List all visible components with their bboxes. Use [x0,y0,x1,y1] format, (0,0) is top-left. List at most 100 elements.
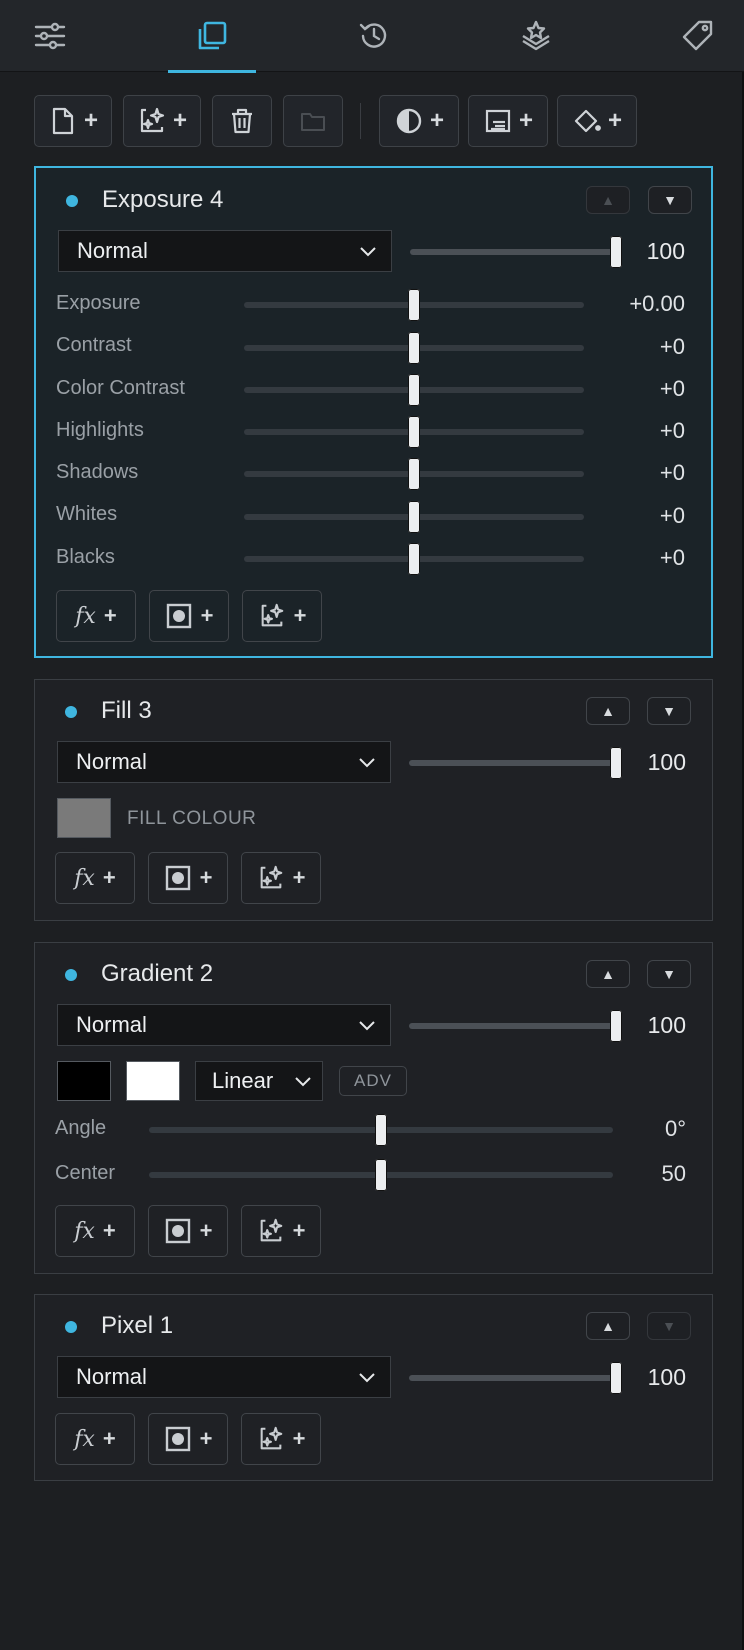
up-arrow-icon: ▲ [601,192,615,208]
opacity-slider-handle[interactable] [610,747,622,779]
opacity-value: 100 [647,749,686,775]
top-tab-bar [0,0,744,73]
layer-title: Fill 3 [101,697,152,724]
gradient-icon [485,109,511,133]
tab-history[interactable] [330,0,418,72]
add-ai-mask-button[interactable]: + [242,590,322,642]
contrast-slider-handle[interactable] [408,332,420,364]
opacity-slider-handle[interactable] [610,1010,622,1042]
opacity-value: 100 [647,1364,686,1390]
gradient-type-select[interactable]: Linear [195,1061,323,1101]
move-up-button[interactable]: ▲ [586,960,630,988]
move-up-button[interactable]: ▲ [586,1312,630,1340]
opacity-slider-handle[interactable] [610,1362,622,1394]
fill-colour-label: FILL COLOUR [127,808,257,829]
fx-label: fx [74,1218,95,1244]
exposure-slider-handle[interactable] [408,289,420,321]
layer-card-pixel[interactable]: Pixel 1 ▲ ▼ Normal 100 fx + + + [34,1294,713,1481]
add-mask-button[interactable]: + [149,590,229,642]
blend-mode-select[interactable]: Normal [57,1356,391,1398]
add-ai-mask-button[interactable]: + [241,852,321,904]
add-adjustment-button[interactable]: + [379,95,459,147]
paint-bucket-icon [574,109,601,133]
group-folder-button[interactable] [283,95,343,147]
fill-color-swatch[interactable] [57,798,111,838]
adj-label-color-contrast: Color Contrast [56,377,185,399]
add-fx-button[interactable]: fx + [55,1205,135,1257]
gradient-type-value: Linear [212,1068,274,1093]
angle-slider-handle[interactable] [375,1114,387,1146]
ai-sparkle-icon [260,865,282,889]
visibility-dot[interactable] [66,195,78,207]
plus-label: + [607,107,622,134]
move-down-button[interactable]: ▼ [647,697,691,725]
chevron-down-icon [359,758,375,768]
tab-styles[interactable] [492,0,580,72]
layer-card-exposure[interactable]: Exposure 4 ▲ ▼ Normal 100 Exposure +0.00… [34,166,713,658]
opacity-slider[interactable] [409,760,615,766]
opacity-slider[interactable] [410,249,616,255]
blend-mode-value: Normal [76,1364,147,1389]
whites-slider-handle[interactable] [408,501,420,533]
color-contrast-slider-handle[interactable] [408,374,420,406]
add-ai-mask-button[interactable]: + [241,1205,321,1257]
down-arrow-icon: ▼ [662,703,676,719]
shadows-slider-handle[interactable] [408,458,420,490]
move-up-button[interactable]: ▲ [586,186,630,214]
adj-label-shadows: Shadows [56,461,139,483]
opacity-value: 100 [646,238,685,264]
add-mask-button[interactable]: + [148,1205,228,1257]
visibility-dot[interactable] [65,969,77,981]
mask-icon [165,865,190,891]
chevron-down-icon [359,1021,375,1031]
add-mask-button[interactable]: + [148,1413,228,1465]
blend-mode-select[interactable]: Normal [57,1004,391,1046]
advanced-button[interactable]: ADV [339,1066,407,1096]
blacks-slider-handle[interactable] [408,543,420,575]
exposure-value: +0.00 [629,291,685,316]
opacity-slider-handle[interactable] [610,236,622,268]
plus-label: + [199,1218,213,1243]
add-mask-button[interactable]: + [148,852,228,904]
down-arrow-icon: ▼ [662,966,676,982]
new-document-icon [52,107,74,135]
add-fx-button[interactable]: fx + [56,590,136,642]
visibility-dot[interactable] [65,1321,77,1333]
add-fx-button[interactable]: fx + [55,852,135,904]
plus-label: + [429,107,444,134]
visibility-dot[interactable] [65,706,77,718]
tab-tags[interactable] [654,0,742,72]
opacity-slider[interactable] [409,1023,615,1029]
opacity-slider[interactable] [409,1375,615,1381]
highlights-slider-handle[interactable] [408,416,420,448]
delete-layer-button[interactable] [212,95,272,147]
gradient-start-swatch[interactable] [57,1061,111,1101]
plus-label: + [102,865,116,890]
tab-adjustments[interactable] [6,0,94,72]
contrast-value: +0 [659,334,685,359]
new-layer-button[interactable]: + [34,95,112,147]
move-up-button[interactable]: ▲ [586,697,630,725]
move-down-button[interactable]: ▼ [647,960,691,988]
blend-mode-select[interactable]: Normal [57,741,391,783]
down-arrow-icon: ▼ [662,1318,676,1334]
tab-layers[interactable] [168,0,256,73]
layer-card-gradient[interactable]: Gradient 2 ▲ ▼ Normal 100 Linear ADV Ang… [34,942,713,1274]
add-fill-button[interactable]: + [557,95,637,147]
adj-label-angle: Angle [55,1117,107,1139]
move-down-button[interactable]: ▼ [648,186,692,214]
add-ai-layer-button[interactable]: + [123,95,201,147]
add-gradient-button[interactable]: + [468,95,548,147]
fx-label: fx [74,1426,95,1452]
up-arrow-icon: ▲ [601,703,615,719]
center-slider-handle[interactable] [375,1159,387,1191]
add-ai-mask-button[interactable]: + [241,1413,321,1465]
layer-card-fill[interactable]: Fill 3 ▲ ▼ Normal 100 FILL COLOUR fx + + … [34,679,713,921]
plus-label: + [293,603,307,628]
blend-mode-select[interactable]: Normal [58,230,392,272]
move-down-button[interactable]: ▼ [647,1312,691,1340]
blend-mode-value: Normal [77,238,148,263]
adj-label-contrast: Contrast [56,334,132,356]
add-fx-button[interactable]: fx + [55,1413,135,1465]
gradient-end-swatch[interactable] [126,1061,180,1101]
